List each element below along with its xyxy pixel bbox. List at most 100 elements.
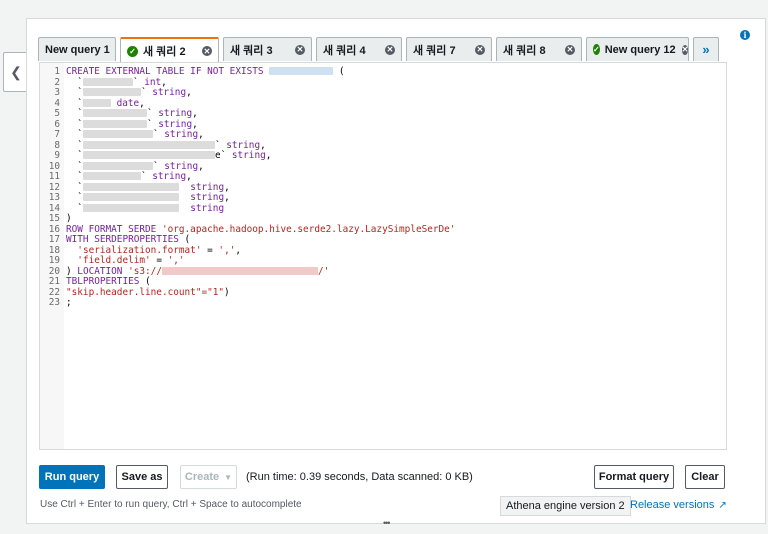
sql-text: `: [66, 171, 83, 182]
redacted-text: [82, 203, 179, 212]
sql-text: `: [66, 192, 83, 203]
sql-code: 1 CREATE EXTERNAL TABLE IF NOT EXISTS (2 …: [40, 66, 456, 309]
release-versions-link[interactable]: Release versions ↗: [630, 499, 727, 511]
save-as-button[interactable]: Save as: [116, 465, 168, 489]
create-button[interactable]: Create ▼: [180, 465, 237, 489]
line-number: 3: [54, 87, 60, 98]
code-line: 6 ` ` string,: [40, 119, 455, 131]
code-line: 19 'field.delim' = ',': [40, 255, 455, 267]
run-query-button[interactable]: Run query: [39, 465, 105, 489]
tab-new-query-1[interactable]: New query 1: [38, 37, 116, 61]
sql-string: ',': [167, 255, 185, 266]
close-icon[interactable]: ✕: [385, 44, 395, 55]
sql-text: =: [150, 255, 168, 266]
code-line: 13 ` string,: [40, 192, 455, 204]
redacted-text: [82, 119, 147, 128]
query-tabs: New query 1 ✓ 새 쿼리 2 ✕ 새 쿼리 3 ✕ 새 쿼리 4 ✕…: [38, 37, 723, 63]
tab-query-7[interactable]: 새 쿼리 7 ✕: [406, 37, 492, 61]
sql-text: ): [224, 286, 230, 298]
redacted-text: [82, 172, 141, 180]
tab-query-3[interactable]: 새 쿼리 3 ✕: [223, 37, 312, 61]
sql-string: /': [317, 265, 330, 277]
redacted-text: [82, 88, 141, 96]
sql-text: =: [201, 244, 219, 256]
sql-keyword: string: [152, 87, 187, 98]
sql-string: 'org.apache.hadoop.hive.serde2.lazy.Lazy…: [161, 223, 456, 235]
sql-string: ',': [218, 244, 236, 256]
sql-text: (: [184, 234, 191, 245]
line-number: 23: [48, 297, 60, 308]
sql-text: ;: [66, 297, 72, 308]
code-line: 17 WITH SERDEPROPERTIES (: [40, 234, 455, 246]
sql-keyword: string: [231, 150, 266, 161]
redacted-text: [82, 130, 153, 138]
release-label: Release versions: [630, 499, 715, 511]
query-editor-page: ❮ i New query 1 ✓ 새 쿼리 2 ✕ 새 쿼리 3 ✕ 새 쿼리…: [0, 0, 768, 534]
sql-text: `: [140, 87, 153, 98]
sql-text: e`: [214, 150, 232, 161]
redacted-text: [161, 266, 318, 275]
sql-text: `: [66, 150, 83, 161]
sql-keyword: string: [190, 192, 225, 203]
tab-label: 새 쿼리 7: [413, 44, 456, 57]
redacted-text: [82, 140, 215, 149]
tab-query-8[interactable]: 새 쿼리 8 ✕: [496, 37, 582, 61]
code-line: 2 ` ` int,: [40, 77, 455, 89]
tab-query-2[interactable]: ✓ 새 쿼리 2 ✕: [120, 37, 219, 63]
close-icon[interactable]: ✕: [295, 44, 305, 55]
code-line: 12 ` string,: [40, 182, 455, 194]
line-number: 15: [48, 213, 60, 224]
redacted-text: [269, 67, 334, 75]
line-number: 11: [48, 171, 60, 182]
sql-text: `: [140, 171, 153, 182]
sql-keyword: string: [164, 129, 199, 140]
sql-string: "skip.header.line.count"="1": [66, 286, 225, 298]
tab-label: 새 쿼리 2: [143, 46, 186, 58]
redacted-text: [82, 77, 133, 86]
sql-text: ,: [198, 129, 204, 140]
resize-handle[interactable]: •••: [383, 518, 391, 528]
format-query-button[interactable]: Format query: [594, 465, 674, 489]
sql-text: (: [145, 276, 151, 287]
close-icon[interactable]: ✕: [681, 44, 689, 55]
code-line: 4 ` date,: [40, 97, 455, 110]
tab-new-query-12[interactable]: ✓ New query 12 ✕: [586, 37, 689, 61]
tab-label: 새 쿼리 3: [230, 44, 273, 57]
sql-text: ,: [265, 150, 272, 161]
success-check-icon: ✓: [127, 45, 138, 57]
success-check-icon: ✓: [593, 44, 600, 55]
line-number: 21: [48, 276, 60, 287]
sql-text: (: [333, 66, 345, 77]
code-line: 11 ` ` string,: [40, 171, 455, 183]
sql-text: ,: [198, 160, 204, 172]
close-icon[interactable]: ✕: [565, 44, 575, 55]
code-line: 5 ` ` string,: [40, 108, 455, 120]
line-number: 4: [54, 97, 60, 109]
sql-keyword: string: [158, 108, 193, 119]
sql-string: 'field.delim': [77, 255, 151, 266]
sql-text: ,: [192, 108, 198, 119]
tab-query-4[interactable]: 새 쿼리 4 ✕: [316, 37, 402, 61]
double-chevron-right-icon[interactable]: »: [693, 37, 719, 61]
engine-version-badge: Athena engine version 2: [500, 496, 631, 516]
info-icon[interactable]: i: [740, 30, 750, 40]
sql-keyword: CREATE EXTERNAL TABLE IF NOT EXISTS: [66, 66, 270, 77]
line-number: 9: [54, 150, 60, 161]
sql-text: ): [66, 213, 72, 224]
line-number: 5: [54, 108, 60, 119]
sql-editor[interactable]: 1 CREATE EXTERNAL TABLE IF NOT EXISTS (2 …: [39, 62, 727, 450]
close-icon[interactable]: ✕: [202, 46, 212, 56]
redacted-text: [82, 161, 153, 170]
tab-label: New query 12: [604, 43, 676, 56]
clear-button[interactable]: Clear: [685, 465, 725, 489]
tab-label: New query 1: [45, 43, 110, 56]
code-line: 1 CREATE EXTERNAL TABLE IF NOT EXISTS (: [40, 66, 455, 78]
close-icon[interactable]: ✕: [475, 44, 485, 55]
sql-keyword: TBLPROPERTIES: [66, 276, 146, 287]
line-number: 13: [48, 192, 60, 203]
line-number: 7: [54, 129, 60, 140]
sql-keyword: date: [116, 97, 140, 109]
sql-text: `: [66, 87, 83, 98]
